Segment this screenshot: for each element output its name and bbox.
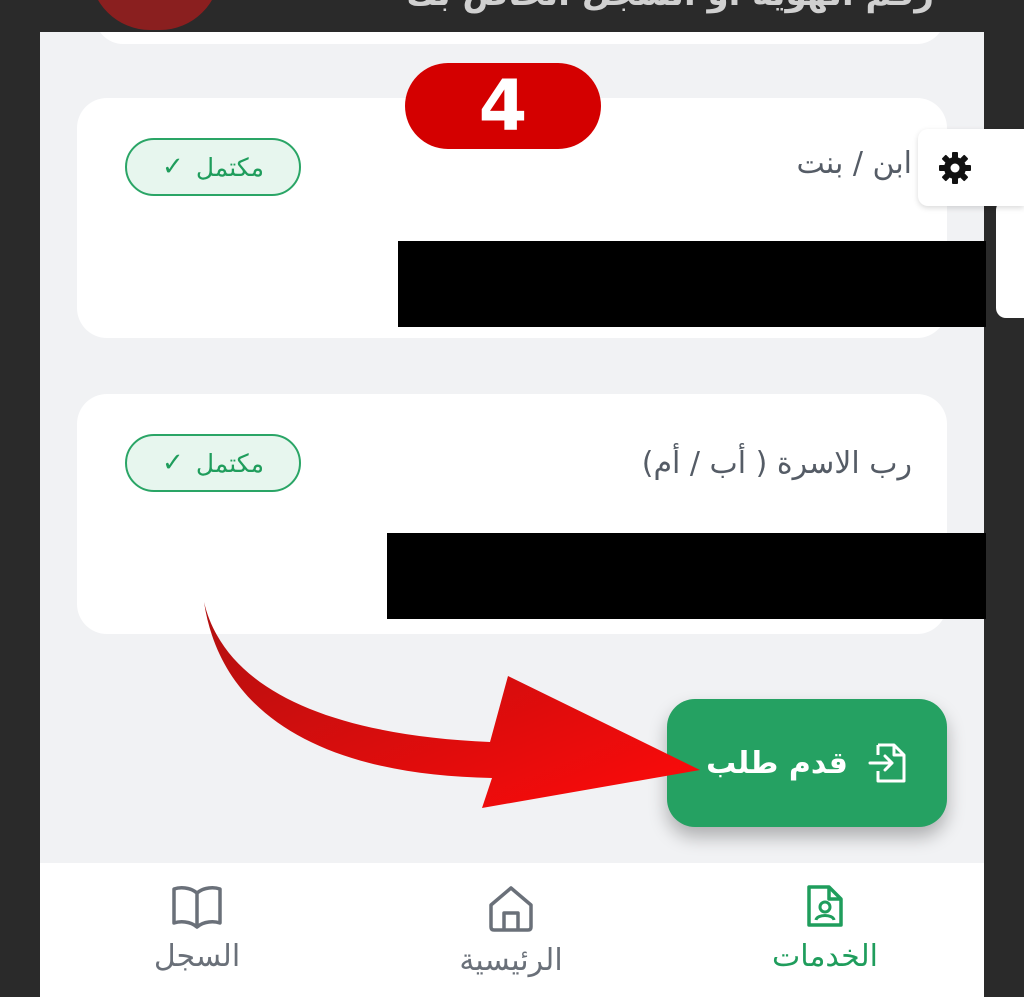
step-number-badge: 4: [405, 63, 601, 149]
annotation-arrow: [204, 602, 700, 808]
